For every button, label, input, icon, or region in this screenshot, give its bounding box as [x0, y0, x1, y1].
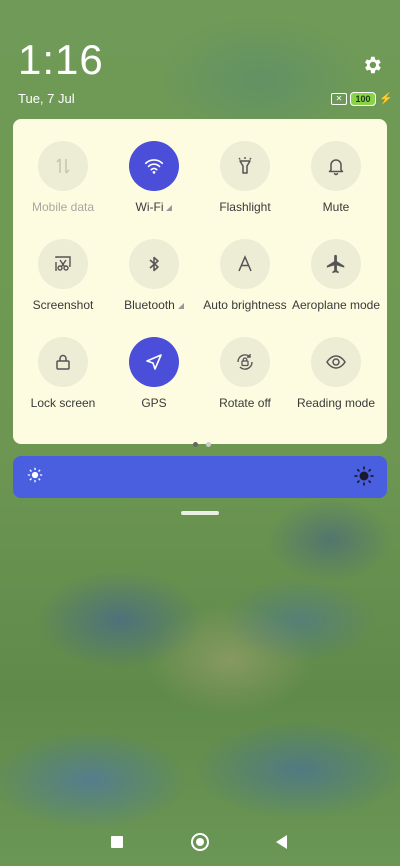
rotate-lock-icon [220, 337, 270, 387]
clock: 1:16 [18, 36, 104, 83]
battery-icon: 100 [350, 92, 376, 106]
tile-wifi[interactable]: Wi-Fi [108, 141, 200, 214]
tile-label: Bluetooth [124, 298, 175, 312]
sun-high-icon [353, 465, 375, 487]
tile-mute[interactable]: Mute [290, 141, 382, 214]
tile-bluetooth[interactable]: Bluetooth [108, 239, 200, 312]
tile-rotate-off[interactable]: Rotate off [199, 337, 291, 410]
lock-icon [38, 337, 88, 387]
location-arrow-icon [129, 337, 179, 387]
no-sim-icon: ✕ [331, 93, 347, 105]
expand-triangle-icon [166, 205, 173, 211]
tile-screenshot[interactable]: Screenshot [17, 239, 109, 312]
tile-label: GPS [141, 396, 167, 410]
flashlight-icon [220, 141, 270, 191]
mobile-data-icon [38, 141, 88, 191]
date: Tue, 7 Jul [18, 91, 75, 106]
scissors-icon [38, 239, 88, 289]
recents-button[interactable] [111, 836, 123, 848]
battery-level: 100 [355, 94, 371, 104]
wifi-icon [129, 141, 179, 191]
page-indicator [189, 434, 215, 452]
bell-icon [311, 141, 361, 191]
page-dot[interactable] [206, 442, 211, 447]
home-button[interactable] [191, 833, 209, 851]
sun-low-icon [26, 466, 44, 484]
back-button[interactable] [276, 835, 287, 849]
tile-label: Wi-Fi [135, 200, 164, 214]
bluetooth-icon [129, 239, 179, 289]
status-bar: 1:16 Tue, 7 Jul ✕ 100 ⚡ [0, 0, 400, 115]
tile-lock-screen[interactable]: Lock screen [17, 337, 109, 410]
airplane-icon [311, 239, 361, 289]
tile-mobile-data[interactable]: Mobile data [17, 141, 109, 214]
drag-handle[interactable] [181, 511, 219, 515]
expand-triangle-icon [177, 303, 184, 309]
tile-auto-brightness[interactable]: Auto brightness [199, 239, 291, 312]
page-dot-active[interactable] [193, 442, 198, 447]
tile-flashlight[interactable]: Flashlight [199, 141, 291, 214]
gear-icon[interactable] [361, 54, 383, 76]
tile-label: Flashlight [219, 200, 271, 214]
quick-settings-panel: Mobile data Wi-Fi Flashlight Mute Screen… [13, 119, 387, 447]
auto-brightness-icon [220, 239, 270, 289]
navigation-bar [0, 826, 400, 866]
tile-label: Mobile data [31, 200, 95, 214]
tile-label: Mute [322, 200, 350, 214]
tile-label: Screenshot [32, 298, 94, 312]
tile-reading-mode[interactable]: Reading mode [290, 337, 382, 410]
tile-label: Reading mode [296, 396, 376, 410]
tile-label: Auto brightness [203, 298, 287, 312]
tile-gps[interactable]: GPS [108, 337, 200, 410]
tile-label: Aeroplane mode [291, 298, 381, 312]
brightness-slider[interactable] [13, 456, 387, 498]
tile-aeroplane-mode[interactable]: Aeroplane mode [290, 239, 382, 312]
tile-label: Rotate off [219, 396, 271, 410]
eye-icon [311, 337, 361, 387]
tile-label: Lock screen [30, 396, 96, 410]
charging-bolt-icon: ⚡ [379, 93, 393, 105]
